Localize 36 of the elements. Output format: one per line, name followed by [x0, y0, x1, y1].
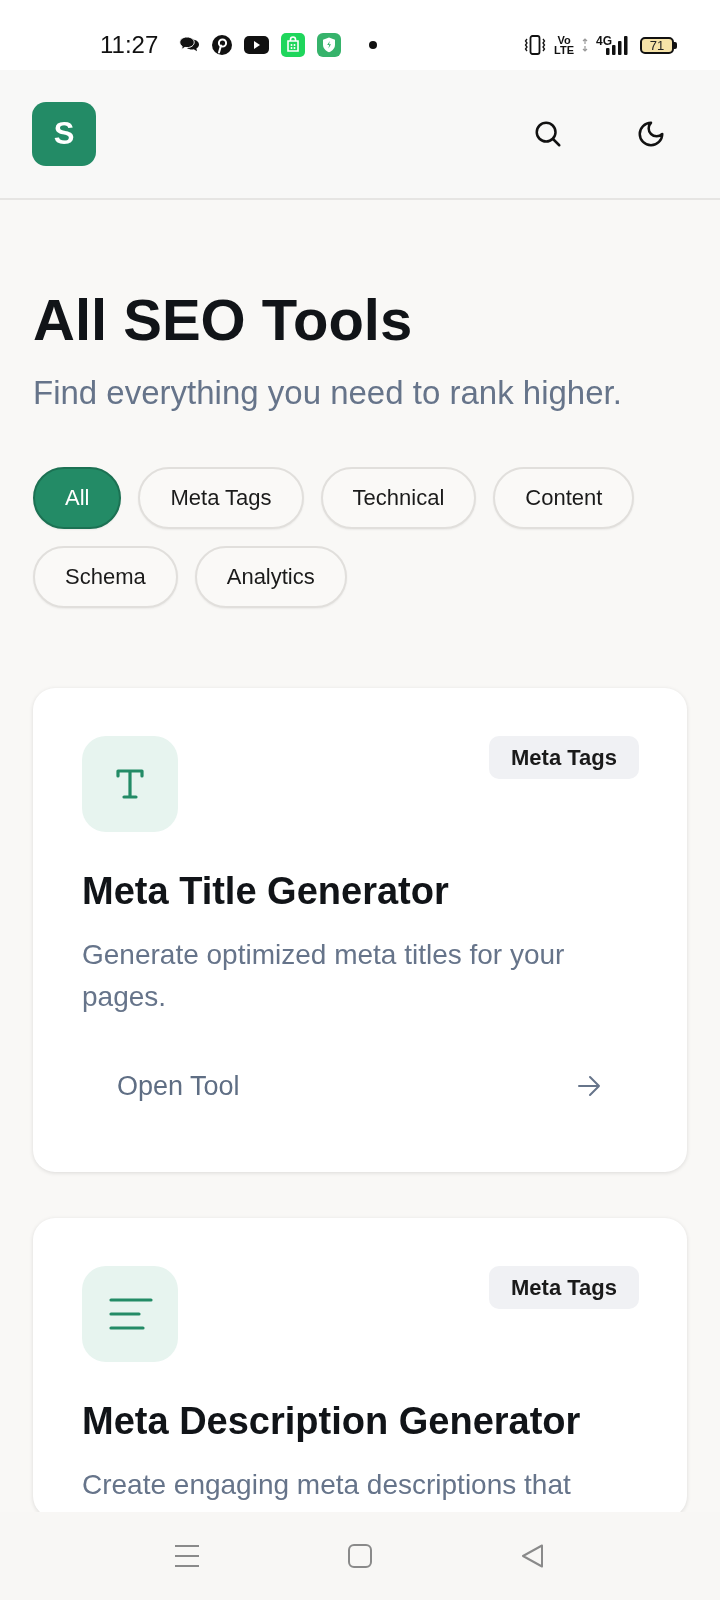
page-subtitle: Find everything you need to rank higher. — [33, 373, 623, 413]
tool-description: Generate optimized meta titles for your pages. — [82, 938, 566, 1014]
notification-dot-icon — [369, 41, 378, 49]
open-tool-button[interactable]: Open Tool — [82, 1058, 639, 1114]
menu-icon[interactable] — [174, 1544, 200, 1568]
filter-chip[interactable]: Meta Tags — [138, 467, 304, 529]
network-type-label: 4G — [596, 35, 612, 47]
text-lines-icon — [82, 1266, 178, 1362]
filter-chip[interactable]: Schema — [33, 546, 178, 608]
logo[interactable]: S — [32, 102, 96, 166]
back-icon[interactable] — [520, 1543, 544, 1569]
data-arrows-icon — [582, 38, 588, 52]
pin-circle-icon — [212, 35, 233, 55]
filter-chip[interactable]: Technical — [320, 467, 477, 529]
bag-app-icon — [281, 33, 306, 57]
battery-indicator: 71 — [640, 36, 677, 54]
home-square-icon[interactable] — [348, 1544, 372, 1568]
video-play-icon — [244, 36, 270, 54]
status-time: 11:27 — [100, 31, 159, 59]
volte-label: Vo — [557, 35, 571, 45]
text-type-icon — [82, 736, 178, 832]
vibrate-icon — [524, 35, 546, 55]
tool-description: Create engaging meta descriptions that — [82, 1468, 572, 1502]
category-tag: Meta Tags — [489, 1266, 639, 1309]
tool-title: Meta Title Generator — [82, 869, 450, 914]
page-title: All SEO Tools — [33, 286, 414, 353]
tool-title: Meta Description Generator — [82, 1399, 582, 1444]
search-icon[interactable] — [533, 119, 563, 149]
filter-chip[interactable]: Analytics — [194, 546, 347, 608]
filter-chip[interactable]: All — [33, 467, 122, 529]
shield-app-icon — [317, 33, 342, 57]
volte-label: LTE — [554, 45, 574, 55]
filter-chip[interactable]: Content — [493, 467, 635, 529]
moon-icon[interactable] — [636, 119, 666, 149]
category-tag: Meta Tags — [489, 736, 639, 779]
arrow-right-icon — [577, 1075, 601, 1097]
